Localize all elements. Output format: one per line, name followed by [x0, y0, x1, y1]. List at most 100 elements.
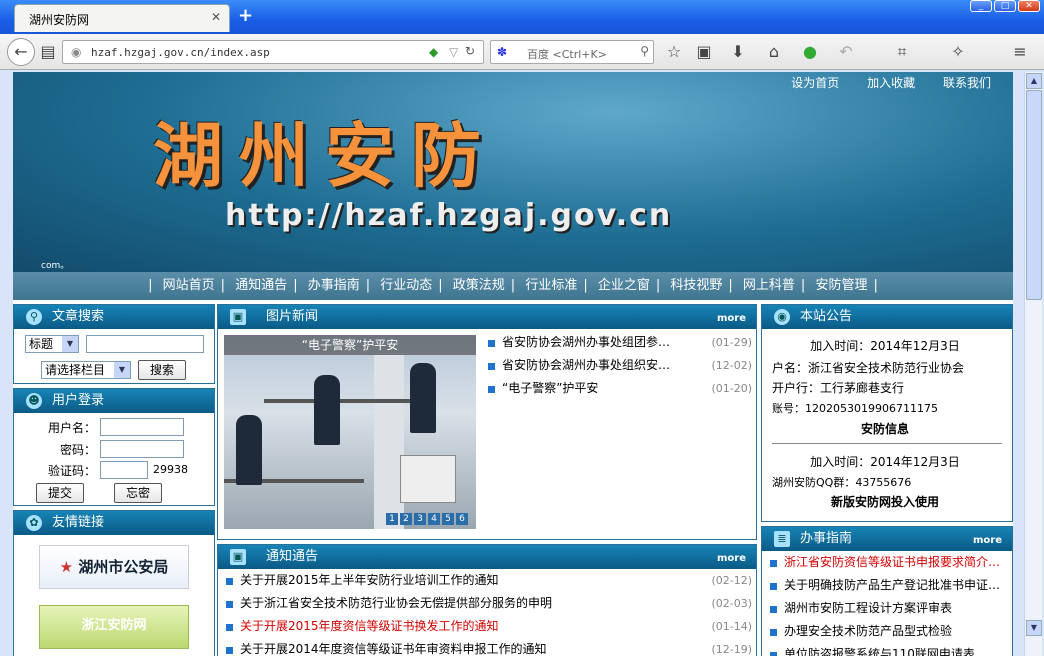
magnifier-icon[interactable]: ⚲ — [640, 44, 649, 58]
list-item[interactable]: 湖州市安防工程设计方案评审表 — [768, 597, 1010, 620]
scroll-thumb[interactable] — [1026, 90, 1042, 300]
nav-guide[interactable]: 办事指南 — [308, 278, 360, 293]
links-panel: ✿ 友情链接 ★ 湖州市公安局 浙江安防网 — [13, 510, 215, 656]
home-icon[interactable]: ⌂ — [764, 42, 784, 62]
download-icon[interactable]: ⬇ — [728, 42, 748, 62]
announcement-heading[interactable]: 新版安防网投入使用 — [762, 493, 1008, 510]
browser-toolbar: ← ▤ ◉ hzaf.hzgaj.gov.cn/index.asp ◆ ▽ ↻ … — [0, 34, 1044, 70]
photo-worker — [236, 415, 262, 485]
photo-page-3[interactable]: 3 — [414, 513, 426, 525]
list-item[interactable]: 关于开展2015年上半年安防行业培训工作的通知 (02-12) — [224, 569, 752, 592]
search-button[interactable]: 搜索 — [138, 360, 186, 380]
maximize-button[interactable]: □ — [994, 0, 1016, 12]
back-button[interactable]: ← — [7, 38, 35, 66]
com-tag: com。 — [41, 261, 70, 271]
photo-page-1[interactable]: 1 — [386, 513, 398, 525]
nav-enterprise[interactable]: 企业之窗 — [598, 278, 650, 293]
notice-date: (12-19) — [711, 643, 752, 656]
address-bar[interactable]: ◉ hzaf.hzgaj.gov.cn/index.asp ◆ ▽ ↻ — [62, 40, 484, 64]
reload-icon[interactable]: ↻ — [465, 44, 475, 58]
extension-icon[interactable]: ✧ — [948, 42, 968, 62]
dropdown-icon[interactable]: ▽ — [449, 45, 458, 59]
nav-notices[interactable]: 通知通告 — [235, 278, 287, 293]
announcement-line: 湖州安防QQ群：43755676 — [772, 476, 912, 489]
password-input[interactable] — [100, 440, 184, 458]
zhejiang-security-logo[interactable]: 浙江安防网 — [39, 605, 189, 649]
set-homepage-link[interactable]: 设为首页 — [791, 76, 839, 90]
search-panel-title: 文章搜索 — [52, 309, 105, 324]
nav-tech[interactable]: 科技视野 — [670, 278, 722, 293]
nav-policies[interactable]: 政策法规 — [453, 278, 505, 293]
new-tab-button[interactable]: + — [238, 6, 253, 26]
nav-security-mgmt[interactable]: 安防管理 — [815, 278, 867, 293]
nav-industry-news[interactable]: 行业动态 — [380, 278, 432, 293]
list-item[interactable]: 省安防协会湖州办事处组织安… (12-02) — [486, 354, 752, 377]
close-window-button[interactable]: ✕ — [1018, 0, 1040, 12]
captcha-value: 29938 — [153, 463, 188, 476]
bookmark-star-icon[interactable]: ☆ — [664, 42, 684, 62]
vertical-scrollbar[interactable]: ▲ ▼ — [1024, 72, 1042, 656]
photo-page-4[interactable]: 4 — [428, 513, 440, 525]
field-select[interactable]: 标题 ▼ — [25, 335, 79, 353]
list-item[interactable]: 浙江省安防资信等级证书申报要求简介… — [768, 551, 1010, 574]
search-input[interactable] — [86, 335, 204, 353]
photo-page-6[interactable]: 6 — [456, 513, 468, 525]
list-item[interactable]: 单位防盗报警系统与110联网申请表 — [768, 643, 1010, 656]
submit-button[interactable]: 提交 — [36, 483, 84, 503]
tab-title: 湖州安防网 — [29, 13, 90, 27]
announcement-line: 户名：浙江省安全技术防范行业协会 — [772, 361, 965, 375]
photo-page-2[interactable]: 2 — [400, 513, 412, 525]
browser-tab[interactable]: 湖州安防网 ✕ — [14, 4, 230, 32]
search-bar[interactable]: ✽ 百度 <Ctrl+K> ⚲ — [490, 40, 654, 64]
notice-title: 关于浙江省安全技术防范行业协会无偿提供部分服务的申明 — [240, 596, 553, 610]
notice-icon: ▣ — [230, 549, 246, 565]
list-item[interactable]: 办理安全技术防范产品型式检验 — [768, 620, 1010, 643]
list-item[interactable]: “电子警察”护平安 (01-20) — [486, 377, 752, 400]
notices-header: ▣ 通知通告 more — [218, 545, 756, 569]
reading-list-icon[interactable]: ▣ — [694, 42, 714, 62]
notices-more-link[interactable]: more — [717, 547, 746, 571]
history-icon[interactable]: ▤ — [38, 42, 58, 62]
tab-close-icon[interactable]: ✕ — [211, 10, 221, 24]
nav-science[interactable]: 网上科普 — [743, 278, 795, 293]
chat-icon[interactable]: ● — [800, 42, 820, 62]
scroll-up-icon[interactable]: ▲ — [1026, 73, 1042, 89]
column-select[interactable]: 请选择栏目 ▼ — [41, 361, 131, 379]
list-item[interactable]: 关于浙江省安全技术防范行业协会无偿提供部分服务的申明 (02-03) — [224, 592, 752, 615]
list-item[interactable]: 关于明确技防产品生产登记批准书申证… — [768, 574, 1010, 597]
search-icon: ⚲ — [26, 309, 42, 325]
add-favorite-link[interactable]: 加入收藏 — [867, 76, 915, 90]
news-date: (01-20) — [711, 382, 752, 395]
nav-home[interactable]: 网站首页 — [163, 278, 215, 293]
minimize-button[interactable]: _ — [970, 0, 992, 12]
username-input[interactable] — [100, 418, 184, 436]
links-panel-header: ✿ 友情链接 — [14, 511, 214, 535]
photo-news-panel: ▣ 图片新闻 more “电子警察”护平安 123456 省安防协会湖州办事处组团参… — [217, 304, 757, 540]
huzhou-police-logo[interactable]: ★ 湖州市公安局 — [39, 545, 189, 589]
announcement-heading[interactable]: 安防信息 — [762, 420, 1008, 437]
scroll-down-icon[interactable]: ▼ — [1026, 620, 1042, 636]
announcement-time: 加入时间：2014年12月3日 — [810, 455, 960, 469]
photo-worker — [410, 363, 436, 433]
list-item[interactable]: 关于开展2014年度资信等级证书年审资料申报工作的通知 (12-19) — [224, 638, 752, 656]
list-item[interactable]: 关于开展2015年度资信等级证书换发工作的通知 (01-14) — [224, 615, 752, 638]
captcha-input[interactable] — [100, 461, 148, 479]
forgot-password-button[interactable]: 忘密 — [114, 483, 162, 503]
notice-title: 关于开展2015年度资信等级证书换发工作的通知 — [240, 619, 499, 633]
photo-caption: “电子警察”护平安 — [224, 335, 476, 355]
user-icon: ☻ — [26, 393, 42, 409]
list-item[interactable]: 省安防协会湖州办事处组团参… (01-29) — [486, 331, 752, 354]
undo-icon[interactable]: ↶ — [836, 42, 856, 62]
guide-more-link[interactable]: more — [973, 529, 1002, 553]
site-logo-text: 湖州安防 — [153, 114, 497, 197]
crop-icon[interactable]: ⌗ — [892, 42, 912, 62]
menu-icon[interactable]: ≡ — [1010, 42, 1030, 62]
photo-news-more-link[interactable]: more — [717, 307, 746, 331]
photo-worker — [314, 375, 340, 445]
guide-item-title: 湖州市安防工程设计方案评审表 — [784, 601, 953, 615]
guide-item-title: 单位防盗报警系统与110联网申请表 — [784, 647, 975, 656]
photo-news-image[interactable]: “电子警察”护平安 123456 — [224, 335, 476, 529]
nav-standards[interactable]: 行业标准 — [525, 278, 577, 293]
contact-us-link[interactable]: 联系我们 — [943, 76, 991, 90]
photo-page-5[interactable]: 5 — [442, 513, 454, 525]
